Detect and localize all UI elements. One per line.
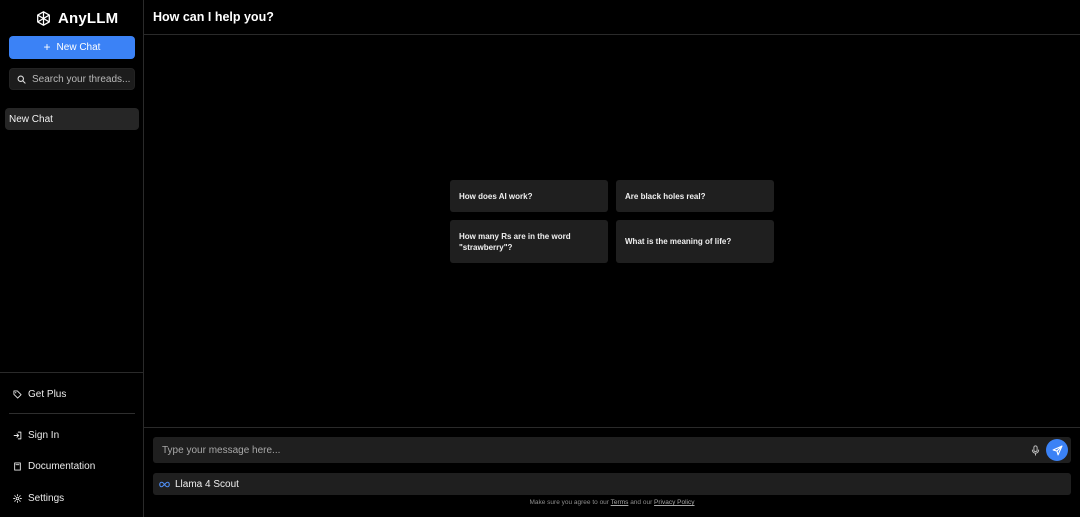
- settings-link[interactable]: Settings: [13, 491, 64, 505]
- composer-area: Llama 4 Scout Make sure you agree to our…: [144, 427, 1080, 517]
- search-icon: [17, 75, 26, 84]
- legal-notice: Make sure you agree to our Terms and our…: [144, 499, 1080, 506]
- privacy-policy-link[interactable]: Privacy Policy: [654, 499, 694, 506]
- sign-in-label: Sign In: [28, 429, 60, 441]
- mic-button[interactable]: [1029, 444, 1041, 456]
- settings-label: Settings: [28, 492, 65, 504]
- get-plus-link[interactable]: Get Plus: [13, 387, 66, 401]
- suggestion-card[interactable]: How does AI work?: [450, 180, 608, 212]
- suggestion-text: How does AI work?: [459, 191, 533, 201]
- model-selector[interactable]: Llama 4 Scout: [153, 473, 1071, 495]
- suggestion-card[interactable]: What is the meaning of life?: [616, 220, 774, 263]
- message-input[interactable]: [162, 443, 1012, 457]
- thread-search[interactable]: [9, 68, 135, 90]
- sign-in-icon: [13, 431, 22, 439]
- documentation-link[interactable]: Documentation: [13, 459, 95, 473]
- legal-prefix: Make sure you agree to our: [529, 499, 609, 506]
- brand[interactable]: AnyLLM: [35, 8, 118, 28]
- new-chat-label: New Chat: [56, 42, 101, 53]
- suggestion-grid: How does AI work? Are black holes real? …: [450, 180, 774, 264]
- microphone-icon: [1031, 444, 1039, 456]
- terms-link[interactable]: Terms: [611, 499, 629, 506]
- sidebar-divider: [9, 413, 135, 414]
- suggestion-text: How many Rs are in the word "strawberry"…: [459, 231, 571, 252]
- sidebar-footer: Get Plus Sign In Documentation Settings: [0, 372, 143, 517]
- header: How can I help you?: [144, 0, 1080, 35]
- send-icon: [1052, 445, 1062, 455]
- book-icon: [14, 461, 21, 471]
- get-plus-label: Get Plus: [28, 388, 67, 400]
- documentation-label: Documentation: [28, 460, 96, 472]
- sidebar: AnyLLM + New Chat New Chat Get Plus: [0, 0, 144, 517]
- logo-icon: [37, 10, 50, 26]
- thread-item[interactable]: New Chat: [5, 108, 139, 130]
- gear-icon: [13, 493, 22, 503]
- thread-label: New Chat: [9, 113, 53, 125]
- send-button[interactable]: [1046, 439, 1068, 461]
- suggestion-text: What is the meaning of life?: [625, 237, 732, 246]
- message-box[interactable]: [153, 437, 1071, 463]
- page-title: How can I help you?: [153, 10, 274, 24]
- model-name: Llama 4 Scout: [175, 478, 239, 490]
- tag-icon: [13, 389, 22, 399]
- sign-in-link[interactable]: Sign In: [13, 428, 59, 442]
- suggestion-text: Are black holes real?: [625, 191, 706, 201]
- search-input[interactable]: [32, 73, 132, 85]
- suggestion-card[interactable]: Are black holes real?: [616, 180, 774, 212]
- plus-icon: +: [43, 40, 51, 54]
- new-chat-button[interactable]: + New Chat: [9, 36, 135, 59]
- legal-middle: and our: [630, 499, 653, 506]
- app-name: AnyLLM: [58, 9, 119, 27]
- suggestion-card[interactable]: How many Rs are in the word "strawberry"…: [450, 220, 608, 263]
- app-root: AnyLLM + New Chat New Chat Get Plus: [0, 0, 1080, 517]
- meta-icon: [159, 481, 170, 487]
